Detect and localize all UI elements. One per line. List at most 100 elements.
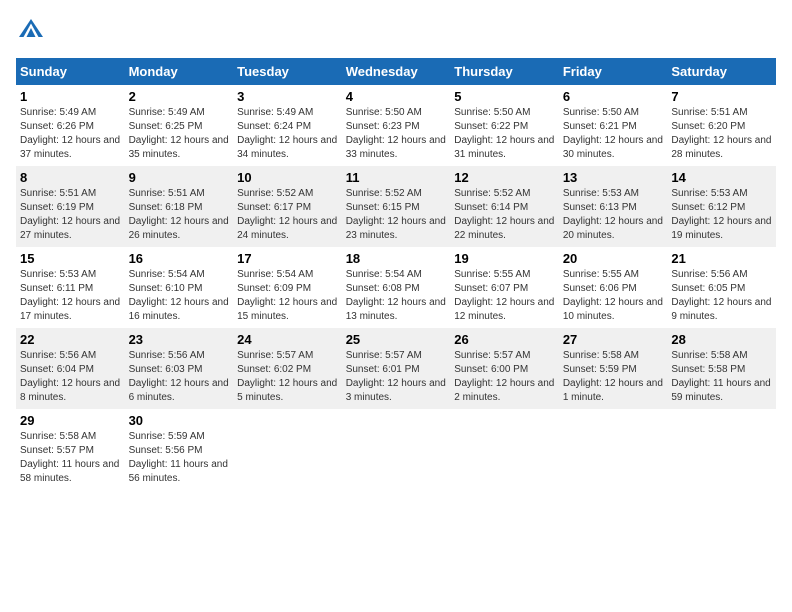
day-number: 12 bbox=[454, 170, 555, 185]
day-number: 21 bbox=[671, 251, 772, 266]
day-number: 3 bbox=[237, 89, 338, 104]
day-number: 20 bbox=[563, 251, 664, 266]
calendar-cell bbox=[233, 409, 342, 490]
day-info: Sunrise: 5:56 AMSunset: 6:05 PMDaylight:… bbox=[671, 268, 772, 324]
week-row: 29 Sunrise: 5:58 AMSunset: 5:57 PMDayligh… bbox=[16, 409, 776, 490]
calendar-cell: 18 Sunrise: 5:54 AMSunset: 6:08 PMDayligh… bbox=[342, 247, 451, 328]
calendar-cell: 12 Sunrise: 5:52 AMSunset: 6:14 PMDayligh… bbox=[450, 166, 559, 247]
calendar-cell: 16 Sunrise: 5:54 AMSunset: 6:10 PMDayligh… bbox=[125, 247, 234, 328]
day-info: Sunrise: 5:49 AMSunset: 6:25 PMDaylight:… bbox=[129, 106, 230, 162]
day-info: Sunrise: 5:49 AMSunset: 6:26 PMDaylight:… bbox=[20, 106, 121, 162]
calendar-cell: 5 Sunrise: 5:50 AMSunset: 6:22 PMDaylight… bbox=[450, 85, 559, 166]
calendar-cell: 9 Sunrise: 5:51 AMSunset: 6:18 PMDaylight… bbox=[125, 166, 234, 247]
day-info: Sunrise: 5:55 AMSunset: 6:06 PMDaylight:… bbox=[563, 268, 664, 324]
day-info: Sunrise: 5:54 AMSunset: 6:08 PMDaylight:… bbox=[346, 268, 447, 324]
calendar-cell: 15 Sunrise: 5:53 AMSunset: 6:11 PMDayligh… bbox=[16, 247, 125, 328]
calendar-cell: 6 Sunrise: 5:50 AMSunset: 6:21 PMDaylight… bbox=[559, 85, 668, 166]
calendar-body: 1 Sunrise: 5:49 AMSunset: 6:26 PMDaylight… bbox=[16, 85, 776, 490]
calendar-cell: 19 Sunrise: 5:55 AMSunset: 6:07 PMDayligh… bbox=[450, 247, 559, 328]
header-row: SundayMondayTuesdayWednesdayThursdayFrid… bbox=[16, 58, 776, 85]
day-info: Sunrise: 5:54 AMSunset: 6:10 PMDaylight:… bbox=[129, 268, 230, 324]
logo bbox=[16, 16, 50, 46]
calendar-cell: 29 Sunrise: 5:58 AMSunset: 5:57 PMDayligh… bbox=[16, 409, 125, 490]
col-header-thursday: Thursday bbox=[450, 58, 559, 85]
calendar-cell: 17 Sunrise: 5:54 AMSunset: 6:09 PMDayligh… bbox=[233, 247, 342, 328]
day-number: 23 bbox=[129, 332, 230, 347]
day-info: Sunrise: 5:53 AMSunset: 6:11 PMDaylight:… bbox=[20, 268, 121, 324]
col-header-saturday: Saturday bbox=[667, 58, 776, 85]
day-number: 7 bbox=[671, 89, 772, 104]
day-number: 24 bbox=[237, 332, 338, 347]
calendar-cell: 30Sunrise: 5:59 AMSunset: 5:56 PMDayligh… bbox=[125, 409, 234, 490]
calendar-cell: 11 Sunrise: 5:52 AMSunset: 6:15 PMDayligh… bbox=[342, 166, 451, 247]
calendar-cell: 4 Sunrise: 5:50 AMSunset: 6:23 PMDaylight… bbox=[342, 85, 451, 166]
calendar-cell: 20 Sunrise: 5:55 AMSunset: 6:06 PMDayligh… bbox=[559, 247, 668, 328]
page-header bbox=[16, 16, 776, 46]
day-info: Sunrise: 5:50 AMSunset: 6:21 PMDaylight:… bbox=[563, 106, 664, 162]
day-number: 16 bbox=[129, 251, 230, 266]
calendar-cell bbox=[342, 409, 451, 490]
day-number: 8 bbox=[20, 170, 121, 185]
calendar-cell: 10 Sunrise: 5:52 AMSunset: 6:17 PMDayligh… bbox=[233, 166, 342, 247]
day-number: 27 bbox=[563, 332, 664, 347]
calendar-cell: 3 Sunrise: 5:49 AMSunset: 6:24 PMDaylight… bbox=[233, 85, 342, 166]
day-number: 11 bbox=[346, 170, 447, 185]
day-number: 10 bbox=[237, 170, 338, 185]
day-info: Sunrise: 5:55 AMSunset: 6:07 PMDaylight:… bbox=[454, 268, 555, 324]
day-info: Sunrise: 5:50 AMSunset: 6:22 PMDaylight:… bbox=[454, 106, 555, 162]
week-row: 15 Sunrise: 5:53 AMSunset: 6:11 PMDayligh… bbox=[16, 247, 776, 328]
calendar-cell: 23Sunrise: 5:56 AMSunset: 6:03 PMDayligh… bbox=[125, 328, 234, 409]
day-number: 6 bbox=[563, 89, 664, 104]
day-number: 25 bbox=[346, 332, 447, 347]
day-info: Sunrise: 5:53 AMSunset: 6:13 PMDaylight:… bbox=[563, 187, 664, 243]
day-info: Sunrise: 5:53 AMSunset: 6:12 PMDaylight:… bbox=[671, 187, 772, 243]
day-info: Sunrise: 5:58 AMSunset: 5:57 PMDaylight:… bbox=[20, 430, 121, 486]
calendar-cell bbox=[450, 409, 559, 490]
day-info: Sunrise: 5:57 AMSunset: 6:00 PMDaylight:… bbox=[454, 349, 555, 405]
day-info: Sunrise: 5:58 AMSunset: 5:58 PMDaylight:… bbox=[671, 349, 772, 405]
day-info: Sunrise: 5:52 AMSunset: 6:15 PMDaylight:… bbox=[346, 187, 447, 243]
col-header-friday: Friday bbox=[559, 58, 668, 85]
day-info: Sunrise: 5:56 AMSunset: 6:04 PMDaylight:… bbox=[20, 349, 121, 405]
week-row: 1 Sunrise: 5:49 AMSunset: 6:26 PMDaylight… bbox=[16, 85, 776, 166]
day-info: Sunrise: 5:50 AMSunset: 6:23 PMDaylight:… bbox=[346, 106, 447, 162]
calendar-cell: 13 Sunrise: 5:53 AMSunset: 6:13 PMDayligh… bbox=[559, 166, 668, 247]
day-number: 18 bbox=[346, 251, 447, 266]
calendar-cell bbox=[559, 409, 668, 490]
day-info: Sunrise: 5:54 AMSunset: 6:09 PMDaylight:… bbox=[237, 268, 338, 324]
day-number: 4 bbox=[346, 89, 447, 104]
calendar-cell: 25Sunrise: 5:57 AMSunset: 6:01 PMDayligh… bbox=[342, 328, 451, 409]
calendar-cell: 24 Sunrise: 5:57 AMSunset: 6:02 PMDayligh… bbox=[233, 328, 342, 409]
col-header-monday: Monday bbox=[125, 58, 234, 85]
day-info: Sunrise: 5:51 AMSunset: 6:19 PMDaylight:… bbox=[20, 187, 121, 243]
day-info: Sunrise: 5:51 AMSunset: 6:18 PMDaylight:… bbox=[129, 187, 230, 243]
day-number: 1 bbox=[20, 89, 121, 104]
day-number: 28 bbox=[671, 332, 772, 347]
day-info: Sunrise: 5:58 AMSunset: 5:59 PMDaylight:… bbox=[563, 349, 664, 405]
week-row: 8 Sunrise: 5:51 AMSunset: 6:19 PMDaylight… bbox=[16, 166, 776, 247]
day-number: 17 bbox=[237, 251, 338, 266]
col-header-tuesday: Tuesday bbox=[233, 58, 342, 85]
calendar-cell: 28 Sunrise: 5:58 AMSunset: 5:58 PMDayligh… bbox=[667, 328, 776, 409]
day-number: 22 bbox=[20, 332, 121, 347]
day-number: 29 bbox=[20, 413, 121, 428]
calendar-cell bbox=[667, 409, 776, 490]
calendar-table: SundayMondayTuesdayWednesdayThursdayFrid… bbox=[16, 58, 776, 490]
calendar-cell: 14Sunrise: 5:53 AMSunset: 6:12 PMDayligh… bbox=[667, 166, 776, 247]
day-number: 13 bbox=[563, 170, 664, 185]
calendar-cell: 27 Sunrise: 5:58 AMSunset: 5:59 PMDayligh… bbox=[559, 328, 668, 409]
day-info: Sunrise: 5:57 AMSunset: 6:02 PMDaylight:… bbox=[237, 349, 338, 405]
calendar-cell: 22 Sunrise: 5:56 AMSunset: 6:04 PMDayligh… bbox=[16, 328, 125, 409]
day-number: 19 bbox=[454, 251, 555, 266]
day-number: 15 bbox=[20, 251, 121, 266]
day-info: Sunrise: 5:52 AMSunset: 6:14 PMDaylight:… bbox=[454, 187, 555, 243]
calendar-cell: 7 Sunrise: 5:51 AMSunset: 6:20 PMDaylight… bbox=[667, 85, 776, 166]
day-info: Sunrise: 5:51 AMSunset: 6:20 PMDaylight:… bbox=[671, 106, 772, 162]
col-header-wednesday: Wednesday bbox=[342, 58, 451, 85]
day-info: Sunrise: 5:52 AMSunset: 6:17 PMDaylight:… bbox=[237, 187, 338, 243]
day-info: Sunrise: 5:59 AMSunset: 5:56 PMDaylight:… bbox=[129, 430, 230, 486]
day-info: Sunrise: 5:49 AMSunset: 6:24 PMDaylight:… bbox=[237, 106, 338, 162]
day-number: 9 bbox=[129, 170, 230, 185]
day-number: 5 bbox=[454, 89, 555, 104]
calendar-cell: 26Sunrise: 5:57 AMSunset: 6:00 PMDayligh… bbox=[450, 328, 559, 409]
